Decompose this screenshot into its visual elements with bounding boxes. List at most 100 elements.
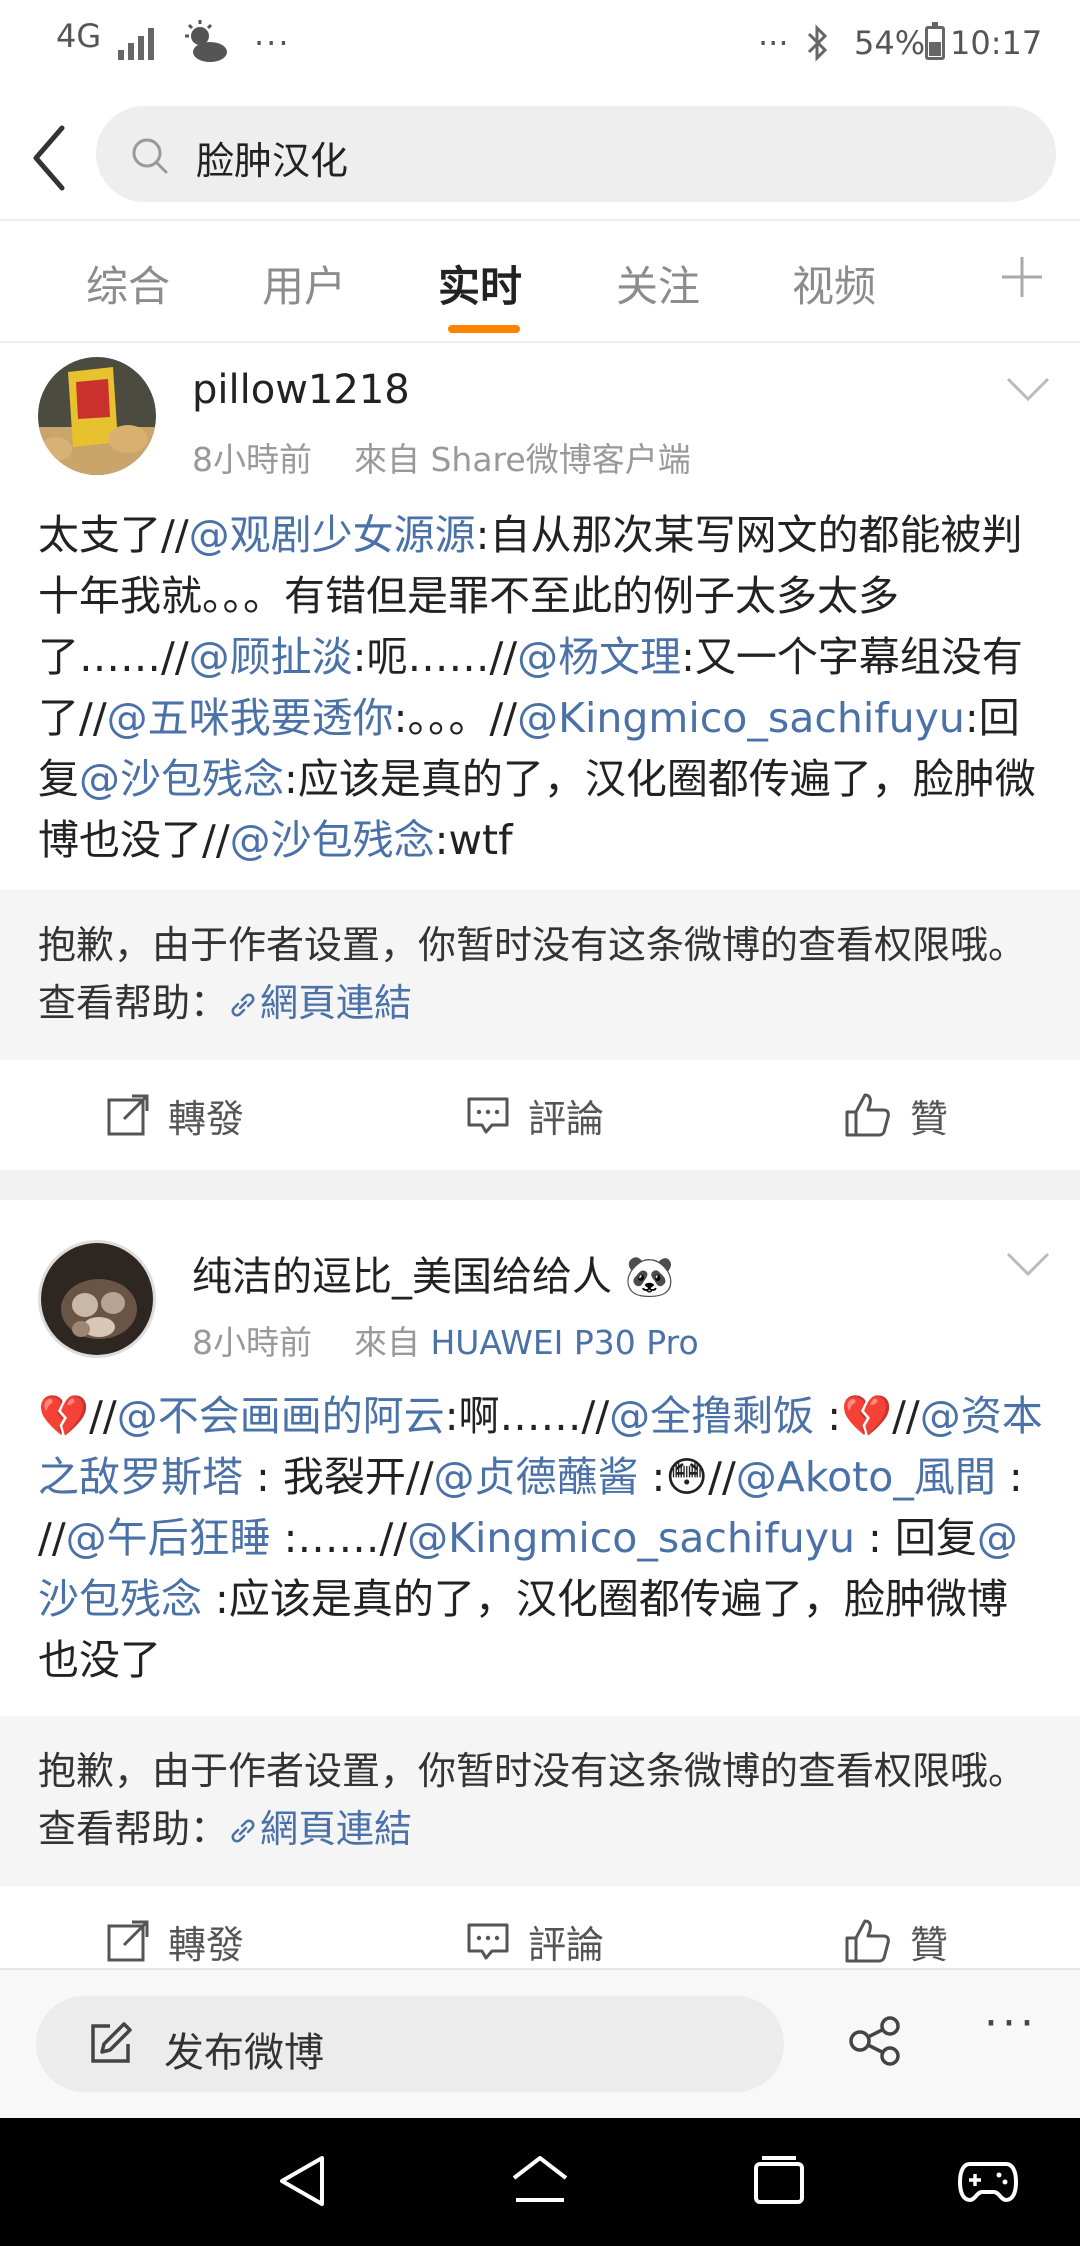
nav-recents-icon[interactable] <box>752 2154 806 2208</box>
source-prefix: 來自 <box>353 1323 420 1362</box>
emoji: 😳 <box>665 1453 709 1501</box>
comment-label: 評論 <box>528 1922 605 1967</box>
search-icon <box>132 138 168 174</box>
post-meta: 8小時前 來自 HUAWEI P30 Pro <box>192 1316 699 1364</box>
mention-link[interactable]: @Akoto_風間 <box>736 1453 996 1501</box>
post-time: 8小時前 <box>192 440 312 479</box>
tab-comprehensive[interactable]: 综合 <box>86 253 170 314</box>
post-card: pillow1218 8小時前 來自 Share微博客户端 太支了//@观剧少女… <box>0 343 1080 1170</box>
tab-users[interactable]: 用户 <box>262 253 346 314</box>
notice-message: 抱歉，由于作者设置，你暂时没有这条微博的查看权限哦。查看帮助： <box>38 923 1027 1025</box>
share-icon[interactable] <box>848 2016 904 2066</box>
permission-notice: 抱歉，由于作者设置，你暂时没有这条微博的查看权限哦。查看帮助： 網頁連結 <box>0 1716 1080 1886</box>
active-tab-indicator <box>448 325 520 333</box>
web-link[interactable]: 網頁連結 <box>228 1807 412 1851</box>
mention-link[interactable]: @全撸剩饭 <box>609 1392 814 1440</box>
post-text: // <box>892 1392 920 1440</box>
post-actions: 轉發 評論 贊 <box>0 1886 1080 1968</box>
mention-link[interactable]: @五咪我要透你 <box>107 694 394 742</box>
post-text: // <box>708 1453 736 1501</box>
post-source[interactable]: HUAWEI P30 Pro <box>430 1323 698 1362</box>
chevron-down-icon[interactable] <box>1006 1252 1050 1278</box>
username[interactable]: 纯洁的逗比_美国给给人 🐼 <box>192 1244 675 1302</box>
comment-icon <box>467 1923 509 1960</box>
avatar[interactable] <box>38 1240 156 1358</box>
web-link-label: 網頁連結 <box>260 1807 413 1851</box>
post-text: :啊……// <box>444 1392 610 1440</box>
chevron-down-icon[interactable] <box>1006 377 1050 403</box>
post-actions: 轉發 評論 贊 <box>0 1060 1080 1170</box>
username-text: 纯洁的逗比_美国给给人 <box>192 1254 612 1300</box>
mention-link[interactable]: @午后狂睡 <box>66 1514 271 1562</box>
nav-back-icon[interactable] <box>278 2154 326 2208</box>
post-meta: 8小時前 來自 Share微博客户端 <box>192 433 691 481</box>
link-icon <box>231 993 255 1017</box>
tab-realtime[interactable]: 实时 <box>438 253 522 314</box>
battery-percent: 54% <box>854 24 926 62</box>
comment-button[interactable]: 評論 <box>466 1886 604 1968</box>
tab-bar: 综合 用户 实时 关注 视频 <box>0 221 1080 341</box>
compose-button[interactable]: 发布微博 <box>36 1996 784 2092</box>
username[interactable]: pillow1218 <box>192 367 410 413</box>
comment-label: 評論 <box>528 1096 605 1141</box>
mention-link[interactable]: @不会画画的阿云 <box>117 1392 445 1440</box>
like-icon <box>845 1093 890 1137</box>
post-card: 纯洁的逗比_美国给给人 🐼 8小時前 來自 HUAWEI P30 Pro 💔//… <box>0 1200 1080 1968</box>
mention-link[interactable]: @杨文理 <box>517 633 681 681</box>
source-prefix: 來自 <box>353 440 420 479</box>
web-link[interactable]: 網頁連結 <box>228 981 412 1025</box>
like-button[interactable]: 贊 <box>844 1060 948 1170</box>
post-text: : <box>638 1453 666 1501</box>
mention-link[interactable]: @顾扯淡 <box>189 633 353 681</box>
notice-text: 抱歉，由于作者设置，你暂时没有这条微博的查看权限哦。查看帮助： 網頁連結 <box>38 1742 1058 1858</box>
emoji: 💔 <box>38 1392 90 1440</box>
mention-link[interactable]: @贞德蘸酱 <box>434 1453 639 1501</box>
signal-icon <box>118 28 154 60</box>
like-icon <box>845 1919 890 1963</box>
post-time: 8小時前 <box>192 1323 312 1362</box>
mention-link[interactable]: @Kingmico_sachifuyu <box>517 694 965 742</box>
link-icon <box>231 1819 255 1843</box>
search-header: 脸肿汉化 <box>0 90 1080 220</box>
post-text: :呃……// <box>352 633 518 681</box>
post-text: // <box>89 1392 117 1440</box>
avatar[interactable] <box>38 357 156 475</box>
permission-notice: 抱歉，由于作者设置，你暂时没有这条微博的查看权限哦。查看帮助： 網頁連結 <box>0 890 1080 1060</box>
network-type: 4G <box>56 17 102 55</box>
mention-link[interactable]: @沙包残念 <box>230 816 435 864</box>
post-text: : 我裂开// <box>243 1453 434 1501</box>
search-query: 脸肿汉化 <box>196 139 349 183</box>
panda-emoji: 🐼 <box>624 1254 675 1300</box>
comment-button[interactable]: 評論 <box>466 1060 604 1170</box>
tab-following[interactable]: 关注 <box>616 253 700 314</box>
nav-home-icon[interactable] <box>510 2154 570 2208</box>
like-button[interactable]: 贊 <box>844 1886 948 1968</box>
repost-button[interactable]: 轉發 <box>106 1060 244 1170</box>
web-link-label: 網頁連結 <box>260 981 413 1025</box>
repost-button[interactable]: 轉發 <box>106 1886 244 1968</box>
more-icon[interactable]: ··· <box>984 1998 1038 2049</box>
bluetooth-icon <box>807 24 828 62</box>
search-input[interactable]: 脸肿汉化 <box>96 106 1056 202</box>
mention-link[interactable]: @Kingmico_sachifuyu <box>407 1514 855 1562</box>
mention-link[interactable]: @观剧少女源源 <box>189 511 476 559</box>
post-text: 太支了// <box>38 511 189 559</box>
status-more-right: ··· <box>758 24 789 62</box>
back-icon[interactable] <box>22 118 82 198</box>
mention-link[interactable]: @沙包残念 <box>79 755 284 803</box>
repost-label: 轉發 <box>168 1096 245 1141</box>
tab-video[interactable]: 视频 <box>792 253 876 314</box>
notice-message: 抱歉，由于作者设置，你暂时没有这条微博的查看权限哦。查看帮助： <box>38 1749 1027 1851</box>
compose-bar: 发布微博 ··· <box>0 1968 1080 2118</box>
game-icon[interactable] <box>958 2154 1018 2208</box>
add-tab-icon[interactable] <box>1000 255 1044 299</box>
post-text: :wtf <box>434 816 513 864</box>
post-text: : <box>814 1392 842 1440</box>
repost-icon <box>107 1094 149 1136</box>
post-text: :……// <box>270 1514 408 1562</box>
battery-icon <box>925 22 945 60</box>
like-label: 贊 <box>910 1922 949 1967</box>
post-body: 💔//@不会画画的阿云:啊……//@全撸剩饭 :💔//@资本之敌罗斯塔 : 我裂… <box>38 1386 1048 1691</box>
post-separator <box>0 1170 1080 1200</box>
notice-text: 抱歉，由于作者设置，你暂时没有这条微博的查看权限哦。查看帮助： 網頁連結 <box>38 916 1058 1032</box>
